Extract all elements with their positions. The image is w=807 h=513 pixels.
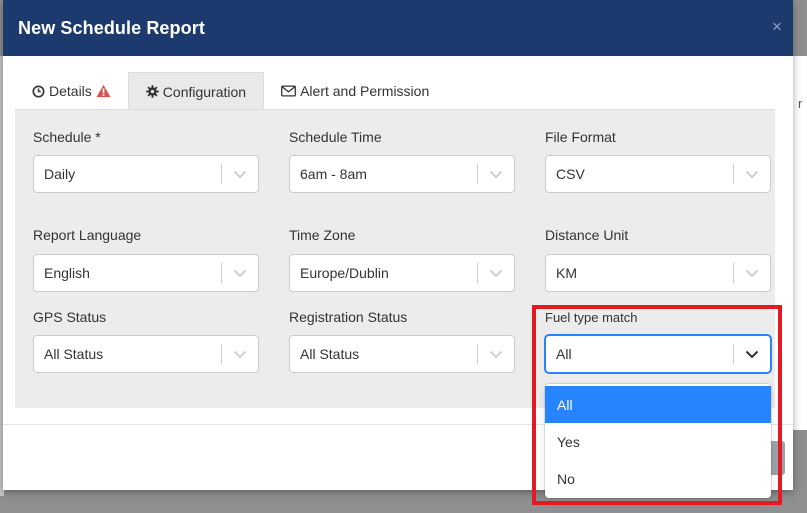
gps-status-label: GPS Status bbox=[33, 309, 107, 325]
fuel-type-match-menu: All Yes No bbox=[545, 384, 771, 498]
envelope-icon bbox=[281, 85, 296, 97]
tab-alert-and-permission-label: Alert and Permission bbox=[300, 83, 430, 99]
chevron-down-icon[interactable] bbox=[222, 269, 258, 278]
tab-details-label: Details bbox=[49, 83, 92, 99]
chevron-down-icon[interactable] bbox=[734, 350, 770, 359]
gps-status-value: All Status bbox=[44, 346, 104, 362]
file-format-label: File Format bbox=[545, 129, 616, 145]
modal-title: New Schedule Report bbox=[18, 17, 205, 38]
schedule-time-select[interactable]: 6am - 8am bbox=[289, 155, 515, 193]
chevron-down-icon[interactable] bbox=[222, 350, 258, 359]
schedule-time-value: 6am - 8am bbox=[300, 166, 367, 182]
tab-configuration-label: Configuration bbox=[162, 83, 247, 100]
tab-bar: Details Configuration Alert and Permissi… bbox=[15, 72, 446, 110]
distance-unit-select[interactable]: KM bbox=[545, 254, 771, 292]
chevron-down-icon[interactable] bbox=[734, 269, 770, 278]
modal-header: New Schedule Report × bbox=[3, 0, 793, 56]
tab-details[interactable]: Details bbox=[15, 72, 128, 110]
report-language-select[interactable]: English bbox=[33, 254, 259, 292]
schedule-label: Schedule * bbox=[33, 129, 101, 145]
distance-unit-label: Distance Unit bbox=[545, 227, 629, 243]
report-language-label: Report Language bbox=[33, 227, 142, 243]
gear-icon bbox=[146, 85, 159, 98]
report-language-value: English bbox=[44, 265, 90, 281]
time-zone-select[interactable]: Europe/Dublin bbox=[289, 254, 515, 292]
file-format-value: CSV bbox=[556, 166, 585, 182]
chevron-down-icon[interactable] bbox=[478, 269, 514, 278]
schedule-select[interactable]: Daily bbox=[33, 155, 259, 193]
tab-alert-and-permission[interactable]: Alert and Permission bbox=[264, 72, 446, 110]
chevron-down-icon[interactable] bbox=[734, 170, 770, 179]
tab-configuration[interactable]: Configuration bbox=[127, 72, 265, 110]
option-no[interactable]: No bbox=[545, 460, 771, 497]
registration-status-label: Registration Status bbox=[289, 309, 408, 325]
fuel-type-match-value: All bbox=[556, 346, 572, 362]
schedule-time-label: Schedule Time bbox=[289, 129, 382, 145]
distance-unit-value: KM bbox=[556, 265, 577, 281]
chevron-down-icon[interactable] bbox=[478, 350, 514, 359]
registration-status-select[interactable]: All Status bbox=[289, 335, 515, 373]
backdrop-fragment: r bbox=[798, 96, 803, 111]
clock-icon bbox=[32, 84, 45, 98]
chevron-down-icon[interactable] bbox=[478, 170, 514, 179]
time-zone-value: Europe/Dublin bbox=[300, 265, 389, 281]
file-format-select[interactable]: CSV bbox=[545, 155, 771, 193]
option-all[interactable]: All bbox=[545, 386, 771, 423]
registration-status-value: All Status bbox=[300, 346, 360, 362]
time-zone-label: Time Zone bbox=[289, 227, 356, 243]
gps-status-select[interactable]: All Status bbox=[33, 335, 259, 373]
chevron-down-icon[interactable] bbox=[222, 170, 258, 179]
warning-icon bbox=[96, 84, 111, 98]
close-icon[interactable]: × bbox=[769, 18, 785, 36]
fuel-type-match-select[interactable]: All bbox=[545, 335, 771, 373]
option-yes[interactable]: Yes bbox=[545, 423, 771, 460]
schedule-value: Daily bbox=[44, 166, 76, 182]
fuel-type-match-label: Fuel type match bbox=[545, 310, 638, 325]
